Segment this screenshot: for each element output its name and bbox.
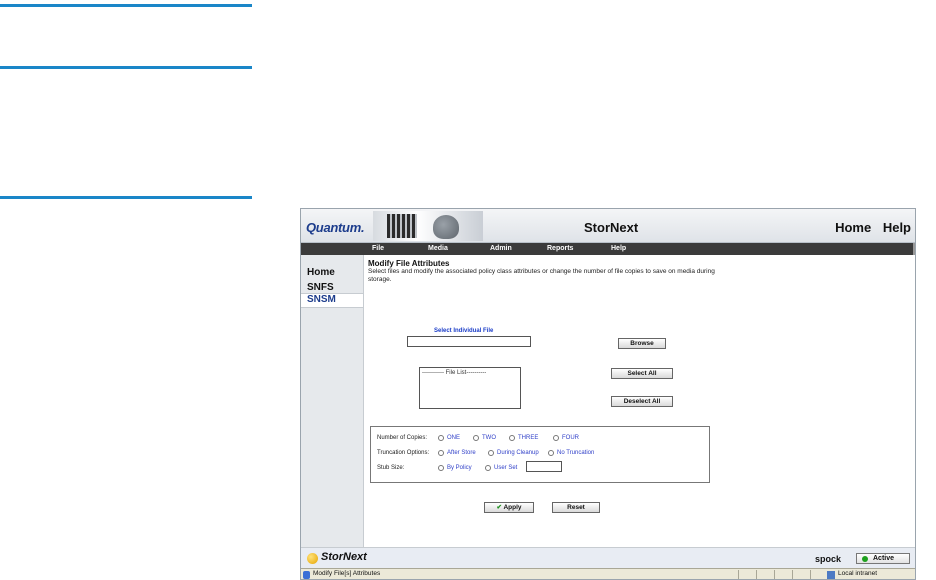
stub-user-set-radio[interactable]	[485, 465, 491, 471]
app-banner: Quantum. StorNext Home Help	[301, 209, 915, 243]
copies-three-label: THREE	[518, 435, 539, 441]
page-heading: Modify File Attributes	[368, 259, 450, 268]
quantum-logo: Quantum.	[306, 220, 365, 235]
status-divider	[756, 570, 769, 579]
menu-item-media[interactable]: Media	[428, 243, 448, 255]
apply-button-label: Apply	[503, 504, 522, 511]
host-name: spock	[815, 554, 842, 564]
app-screenshot: Quantum. StorNext Home Help File Media A…	[300, 208, 916, 580]
menu-item-admin[interactable]: Admin	[490, 243, 512, 255]
truncation-none-radio[interactable]	[548, 450, 554, 456]
sidebar: Home SNFS SNSM	[301, 255, 364, 547]
copies-four-label: FOUR	[562, 435, 579, 441]
copies-two-radio[interactable]	[473, 435, 479, 441]
checkmark-icon: ✔	[496, 504, 502, 511]
file-list-box[interactable]: ----------- File List----------	[419, 367, 521, 409]
status-dot-icon	[862, 556, 868, 562]
copies-label: Number of Copies:	[377, 435, 428, 441]
copies-two-label: TWO	[482, 435, 496, 441]
sidebar-item-snfs[interactable]: SNFS	[307, 282, 334, 293]
status-message: Modify File[s] Attributes	[313, 570, 381, 577]
truncation-label: Truncation Options:	[377, 450, 430, 456]
stub-by-policy-label: By Policy	[447, 465, 472, 471]
copies-one-radio[interactable]	[438, 435, 444, 441]
menu-item-reports[interactable]: Reports	[547, 243, 573, 255]
stub-size-input[interactable]	[526, 461, 562, 472]
sidebar-item-home[interactable]: Home	[307, 267, 335, 278]
top-nav: Home Help	[827, 220, 911, 235]
menu-item-file[interactable]: File	[372, 243, 384, 255]
main-content: Modify File Attributes Select files and …	[364, 255, 915, 547]
status-text: Active	[873, 555, 895, 562]
menu-bar: File Media Admin Reports Help	[301, 243, 915, 255]
status-divider	[792, 570, 805, 579]
page-rule-3	[0, 196, 252, 199]
truncation-during-cleanup-label: During Cleanup	[497, 450, 539, 456]
status-indicator[interactable]: Active	[856, 553, 910, 564]
footer-logo-text: StorNext	[321, 551, 367, 563]
status-divider	[738, 570, 751, 579]
top-nav-home-link[interactable]: Home	[835, 220, 871, 235]
banner-image	[373, 211, 483, 241]
truncation-none-label: No Truncation	[557, 450, 595, 456]
intranet-zone-icon	[827, 571, 835, 579]
app-footer: StorNext spock Active	[301, 547, 915, 569]
top-nav-help-link[interactable]: Help	[883, 220, 911, 235]
deselect-all-button[interactable]: Deselect All	[611, 396, 673, 407]
stornext-logo-icon	[307, 553, 318, 564]
security-zone-text: Local intranet	[838, 570, 878, 577]
menu-item-help[interactable]: Help	[611, 243, 626, 255]
stub-size-label: Stub Size:	[377, 465, 405, 471]
select-all-button[interactable]: Select All	[611, 368, 673, 379]
status-divider	[774, 570, 787, 579]
truncation-after-store-label: After Store	[447, 450, 476, 456]
truncation-during-cleanup-radio[interactable]	[488, 450, 494, 456]
apply-button[interactable]: ✔ Apply	[484, 502, 534, 513]
attributes-panel: Number of Copies: ONE TWO THREE FOUR Tru…	[370, 426, 710, 483]
person-photo-icon	[433, 215, 459, 239]
copies-three-radio[interactable]	[509, 435, 515, 441]
stub-by-policy-radio[interactable]	[438, 465, 444, 471]
truncation-after-store-radio[interactable]	[438, 450, 444, 456]
file-list-placeholder: ----------- File List----------	[422, 370, 487, 376]
browser-status-bar: Modify File[s] Attributes Local intranet	[301, 568, 915, 579]
app-title: StorNext	[584, 220, 639, 235]
copies-four-radio[interactable]	[553, 435, 559, 441]
reset-button[interactable]: Reset	[552, 502, 600, 513]
sidebar-item-snsm[interactable]: SNSM	[307, 294, 336, 305]
copies-one-label: ONE	[447, 435, 461, 441]
select-file-label: Select Individual File	[434, 328, 494, 334]
menu-bar-grip	[913, 243, 915, 255]
ie-page-icon	[303, 571, 310, 579]
page-rule-1	[0, 4, 252, 7]
stub-user-set-label: User Set	[494, 465, 518, 471]
server-rack-icon	[387, 214, 417, 238]
page-description: Select files and modify the associated p…	[368, 268, 715, 283]
page-rule-2	[0, 66, 252, 69]
file-path-input[interactable]	[407, 336, 531, 347]
browse-button[interactable]: Browse	[618, 338, 666, 349]
status-divider	[810, 570, 823, 579]
